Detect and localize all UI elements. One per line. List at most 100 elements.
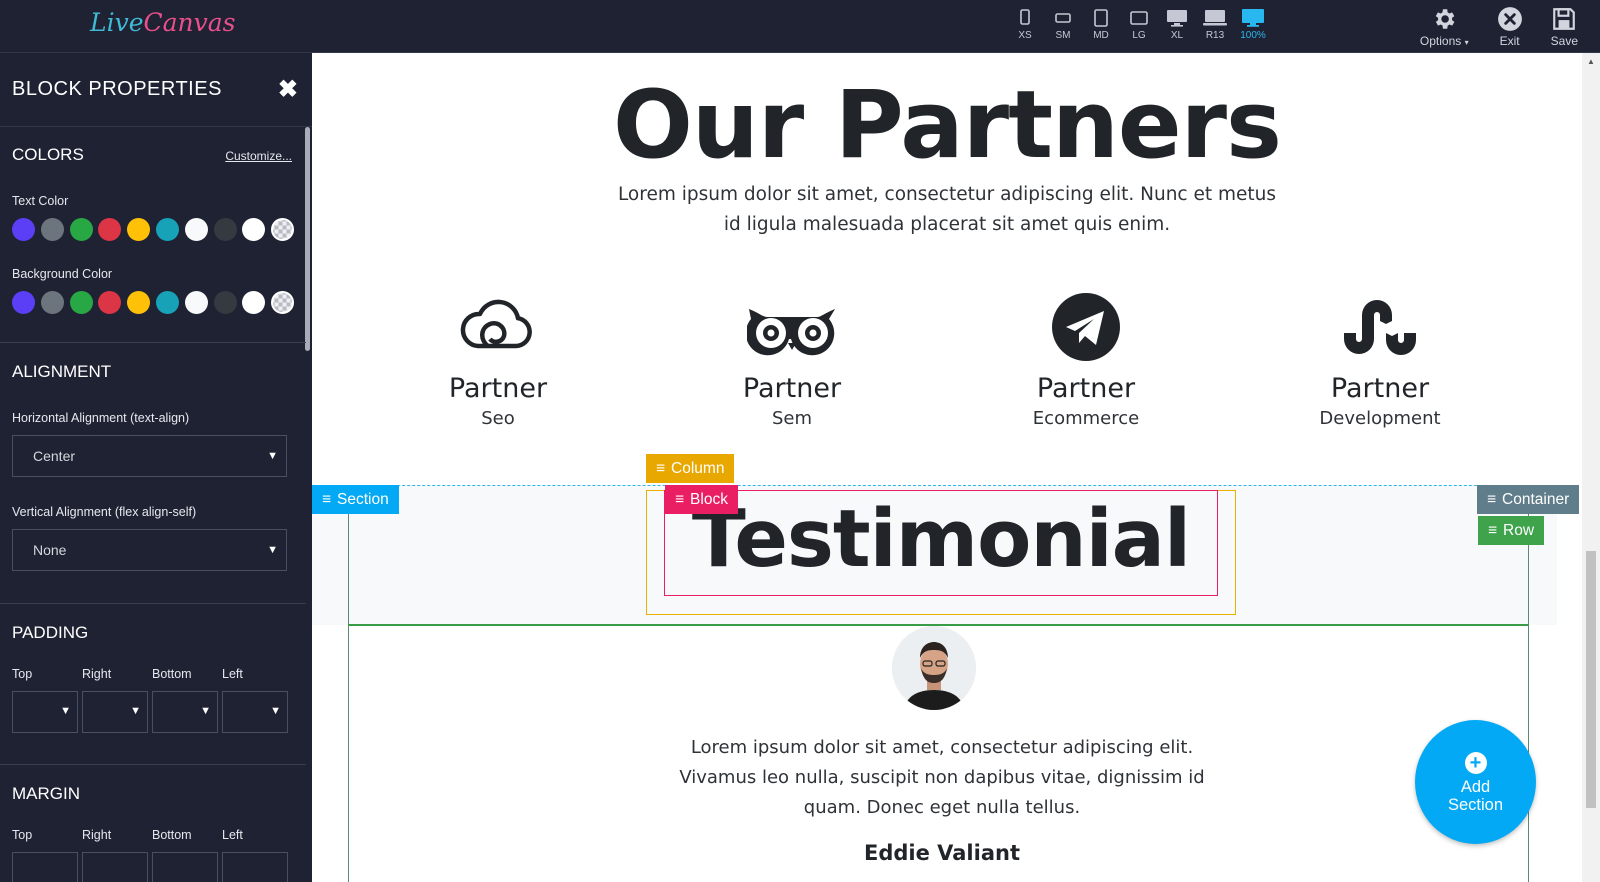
dropdown-arrow-icon: ▼: [130, 705, 141, 717]
canvas-scrollbar[interactable]: ▲: [1582, 53, 1600, 882]
device-r13-button[interactable]: R13: [1196, 8, 1234, 41]
partner-card-development[interactable]: Partner Development: [1280, 293, 1480, 429]
device-preview-switcher: XS SM MD LG XL R13 100%: [1006, 8, 1272, 41]
padding-left-select[interactable]: ▼: [222, 691, 288, 733]
horizontal-alignment-select[interactable]: Center ▼: [12, 435, 287, 477]
margin-section: MARGIN: [12, 784, 80, 803]
partner-card-seo[interactable]: Partner Seo: [398, 293, 598, 429]
customize-colors-link[interactable]: Customize...: [225, 149, 292, 163]
padding-top-select[interactable]: ▼: [12, 691, 78, 733]
padding-controls: Top Right Bottom Left ▼ ▼ ▼ ▼: [0, 667, 306, 733]
divider: [0, 764, 306, 765]
device-sm-button[interactable]: SM: [1044, 8, 1082, 41]
swatch-info[interactable]: [155, 218, 179, 241]
margin-bottom-select[interactable]: [152, 852, 218, 882]
livecanvas-logo: LiveCanvas: [90, 8, 236, 37]
swatch-info[interactable]: [155, 291, 179, 314]
container-handle[interactable]: ≡ Container: [1477, 485, 1580, 514]
row-handle[interactable]: ≡ Row: [1478, 516, 1545, 545]
margin-left-select[interactable]: [222, 852, 288, 882]
phone-landscape-icon: [1055, 13, 1071, 23]
laptop-icon: [1203, 10, 1227, 26]
swatch-secondary[interactable]: [40, 291, 64, 314]
padding-right-select[interactable]: ▼: [82, 691, 148, 733]
swatch-primary[interactable]: [12, 218, 35, 241]
testimonial-author[interactable]: Eddie Valiant: [762, 841, 1122, 865]
swatch-transparent[interactable]: [271, 218, 295, 241]
swatch-dark[interactable]: [213, 218, 237, 241]
hamburger-icon: ≡: [1487, 491, 1497, 508]
colors-section: COLORS Customize...: [12, 145, 292, 164]
swatch-light[interactable]: [184, 218, 208, 241]
swatch-success[interactable]: [69, 291, 93, 314]
block-properties-panel: BLOCK PROPERTIES ✖ COLORS Customize... T…: [0, 53, 312, 882]
device-xl-button[interactable]: XL: [1158, 8, 1196, 41]
cloud-icon: [460, 299, 532, 349]
top-toolbar: LiveCanvas XS SM MD LG XL R13 100% Optio…: [0, 0, 1600, 53]
vertical-alignment-select[interactable]: None ▼: [12, 529, 287, 571]
add-section-button[interactable]: + Add Section: [1415, 720, 1536, 844]
desktop-icon: [1167, 10, 1187, 27]
save-button[interactable]: Save: [1551, 6, 1578, 48]
partner-card-sem[interactable]: Partner Sem: [692, 293, 892, 429]
dropdown-arrow-icon: ▼: [270, 705, 281, 717]
scrollbar-thumb[interactable]: [1586, 551, 1596, 808]
swatch-secondary[interactable]: [40, 218, 64, 241]
swatch-white[interactable]: [242, 218, 266, 241]
dropdown-arrow-icon: ▼: [267, 450, 278, 462]
swatch-light[interactable]: [184, 291, 208, 314]
paper-plane-icon: [1052, 293, 1120, 361]
swatch-dark[interactable]: [213, 291, 237, 314]
swatch-transparent[interactable]: [271, 291, 295, 314]
testimonial-heading[interactable]: Testimonial: [664, 493, 1218, 585]
tablet-icon: [1094, 9, 1108, 27]
divider: [0, 603, 306, 604]
gear-icon: [1436, 9, 1455, 29]
phone-icon: [1020, 9, 1030, 25]
stumbleupon-icon: [1344, 300, 1416, 355]
hamburger-icon: ≡: [322, 491, 332, 508]
text-color-swatches: [12, 218, 306, 241]
floppy-disk-icon: [1553, 8, 1576, 30]
testimonial-avatar: [892, 626, 976, 710]
swatch-danger[interactable]: [98, 218, 122, 241]
swatch-danger[interactable]: [98, 291, 122, 314]
person-avatar-icon: [892, 626, 976, 710]
exit-button[interactable]: Exit: [1497, 6, 1523, 48]
device-xs-button[interactable]: XS: [1006, 8, 1044, 41]
close-panel-icon[interactable]: ✖: [278, 77, 298, 102]
owl-icon: [745, 309, 835, 356]
partners-heading[interactable]: Our Partners: [312, 71, 1582, 180]
dropdown-arrow-icon: ▼: [200, 705, 211, 717]
swatch-warning[interactable]: [127, 291, 151, 314]
partners-lead-text[interactable]: Lorem ipsum dolor sit amet, consectetur …: [612, 180, 1282, 240]
swatch-primary[interactable]: [12, 291, 35, 314]
hamburger-icon: ≡: [656, 460, 666, 477]
panel-title: BLOCK PROPERTIES: [12, 78, 222, 100]
scroll-up-arrow-icon[interactable]: ▲: [1587, 57, 1595, 66]
column-handle[interactable]: ≡ Column: [646, 454, 735, 483]
horizontal-alignment-group: Horizontal Alignment (text-align) Center…: [0, 411, 306, 477]
background-color-swatches: [12, 291, 306, 314]
swatch-success[interactable]: [69, 218, 93, 241]
options-button[interactable]: Options ▾: [1420, 6, 1469, 48]
section-handle[interactable]: ≡ Section: [312, 485, 399, 514]
partner-card-ecommerce[interactable]: Partner Ecommerce: [986, 293, 1186, 429]
device-100-percent-button[interactable]: 100%: [1234, 8, 1272, 41]
testimonial-quote[interactable]: Lorem ipsum dolor sit amet, consectetur …: [662, 733, 1222, 823]
dropdown-arrow-icon: ▼: [267, 544, 278, 556]
block-handle[interactable]: ≡ Block: [665, 485, 738, 514]
swatch-white[interactable]: [242, 291, 266, 314]
device-lg-button[interactable]: LG: [1120, 8, 1158, 41]
margin-top-select[interactable]: [12, 852, 78, 882]
hamburger-icon: ≡: [1488, 522, 1498, 539]
divider: [0, 342, 306, 343]
padding-bottom-select[interactable]: ▼: [152, 691, 218, 733]
panel-header: BLOCK PROPERTIES ✖: [0, 53, 312, 127]
desktop-wide-icon: [1242, 9, 1264, 27]
close-circle-icon: [1497, 7, 1522, 31]
device-md-button[interactable]: MD: [1082, 8, 1120, 41]
margin-right-select[interactable]: [82, 852, 148, 882]
swatch-warning[interactable]: [127, 218, 151, 241]
tablet-landscape-icon: [1130, 11, 1148, 25]
